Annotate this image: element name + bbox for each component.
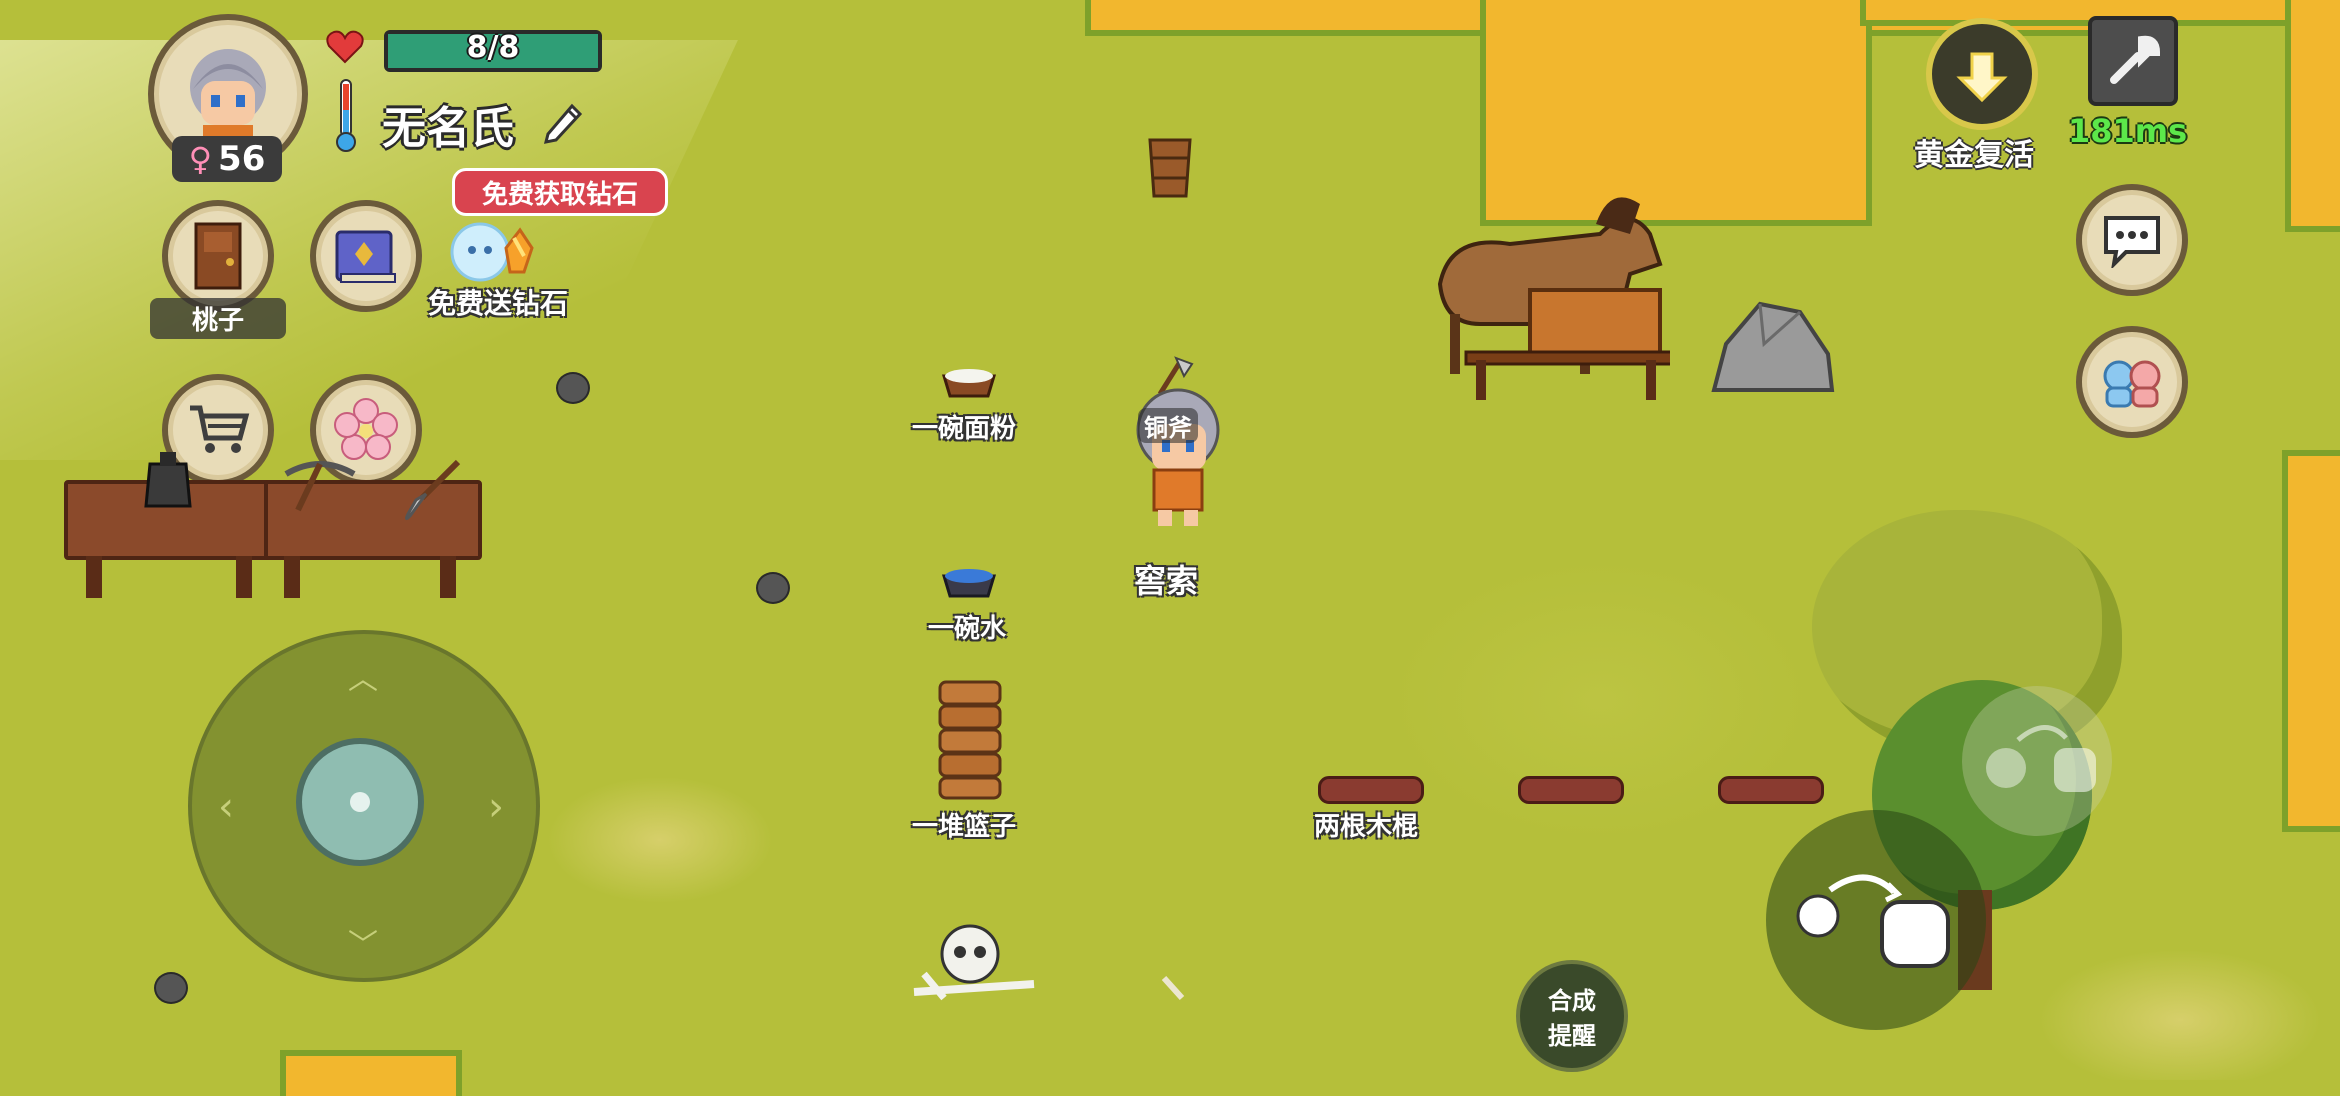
health-bar: 8/8 [384,30,602,72]
shovel-icon [404,459,461,521]
stick-log[interactable] [1518,776,1624,804]
book-button[interactable] [310,200,422,312]
flour-bowl-icon[interactable] [940,364,998,400]
player-name: 无名氏 [382,103,514,154]
joystick-down-arrow: ﹀ [348,928,378,963]
health-text: 8/8 [466,30,520,65]
flour-bowl-label: 一碗面粉 [912,414,1017,444]
joystick-knob[interactable] [296,738,424,866]
book-icon [335,230,396,283]
grandma-face-icon [190,49,266,145]
table-leg [284,556,300,598]
age-value: 56 [218,139,266,179]
craft-reminder-button[interactable]: 合成 提醒 [1516,960,1628,1072]
golden-revive-button[interactable] [1926,18,2038,130]
chat-button[interactable] [2076,184,2188,296]
thermometer-icon [336,79,356,152]
settings-button[interactable] [2088,16,2178,106]
iron-kettle-icon [144,452,192,508]
two-sticks-label: 两根木棍 [1314,812,1419,842]
promo-bubble-text: 免费获取钻石 [481,179,638,210]
door-label: 桃子 [150,298,286,339]
stick-log[interactable] [1718,776,1824,804]
virtual-joystick[interactable]: ︿ ﹀ ‹ › [188,630,540,982]
sand-area-right-upper [2285,0,2340,232]
wooden-bucket-icon[interactable] [1144,134,1196,200]
craft-reminder-line1: 合成 [1548,987,1596,1015]
chat-icon [2104,216,2160,268]
horse-cart[interactable] [1420,164,1670,404]
sand-area-bottom-left [280,1050,462,1096]
heart-icon [326,30,364,64]
sand-area-right-lower [2282,450,2340,832]
large-boulder[interactable] [1704,294,1838,404]
small-bone-icon[interactable] [1160,974,1186,1002]
joystick-right-arrow: › [488,784,504,830]
stick-log[interactable] [1318,776,1424,804]
friends-button[interactable] [2076,326,2188,438]
friends-icon [2103,360,2161,408]
female-icon: ♀ [188,140,213,178]
age-badge: ♀ 56 [172,136,282,182]
gift-label: 免费送钻石 [428,287,569,320]
basket-stack-label: 一堆篮子 [912,812,1017,842]
small-rock[interactable] [756,572,790,604]
craft-reminder-line2: 提醒 [1548,1022,1596,1050]
primary-action-button[interactable] [1766,810,1986,1030]
revive-arrow-icon [1956,52,2008,103]
joystick-knob-center [350,792,370,812]
pencil-icon[interactable] [540,98,586,144]
table-leg [236,556,252,598]
held-tool-label: 铜斧 [1138,408,1198,443]
skeleton-bones-icon[interactable] [904,922,1044,1002]
door-icon [194,222,242,290]
revive-label: 黄金复活 [1914,138,2034,173]
small-rock[interactable] [556,372,590,404]
water-bowl-icon[interactable] [940,564,998,600]
joystick-left-arrow: ‹ [218,784,234,830]
player-character[interactable] [1124,354,1234,544]
pick-up-hand-icon [1796,874,1950,968]
character-name-label: 窖索 [1134,562,1199,600]
ping-display: 181ms [2068,112,2188,150]
wrench-icon [2110,35,2161,84]
sand-area-top-right [1860,0,2292,26]
door-button[interactable] [162,200,274,312]
joystick-up-arrow: ︿ [348,662,378,697]
small-rock[interactable] [154,972,188,1004]
table-leg [86,556,102,598]
basket-stack-icon[interactable] [934,678,1006,802]
water-bowl-label: 一碗水 [928,614,1007,644]
pickaxe-icon [284,461,356,512]
table-leg [440,556,456,598]
